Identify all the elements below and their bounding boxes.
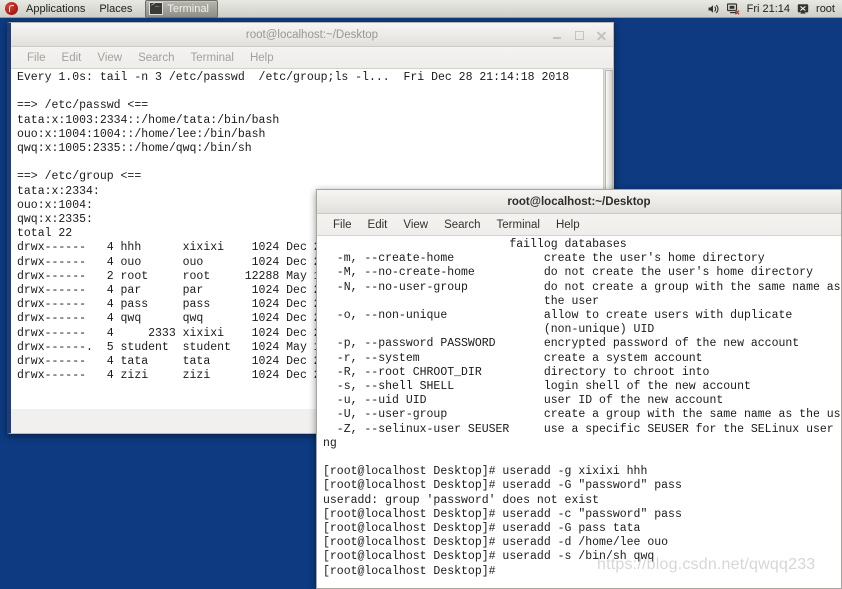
menu-help[interactable]: Help xyxy=(242,52,282,64)
terminal-line: -m, --create-home create the user's home… xyxy=(323,252,765,266)
user-label[interactable]: root xyxy=(816,3,835,15)
terminal-line: -s, --shell SHELL login shell of the new… xyxy=(323,380,751,394)
menu-file[interactable]: File xyxy=(325,219,360,231)
terminal-line: Every 1.0s: tail -n 3 /etc/passwd /etc/g… xyxy=(17,71,570,84)
menu-edit[interactable]: Edit xyxy=(360,219,396,231)
panel-left-section: Applications Places Terminal xyxy=(0,0,218,18)
terminal-line: tata:x:1003:2334::/home/tata:/bin/bash xyxy=(17,113,280,127)
terminal-line: [root@localhost Desktop]# useradd -G "pa… xyxy=(323,479,682,493)
terminal-line: the user xyxy=(323,294,600,308)
menu-view[interactable]: View xyxy=(89,52,130,64)
menubar-useradd: File Edit View Search Terminal Help xyxy=(317,214,841,236)
applications-menu[interactable]: Applications xyxy=(19,0,92,17)
maximize-icon[interactable] xyxy=(574,30,585,41)
terminal-line: [root@localhost Desktop]# useradd -d /ho… xyxy=(323,536,669,550)
terminal-icon xyxy=(149,1,164,15)
taskbar-item-label: Terminal xyxy=(167,2,209,15)
clock[interactable]: Fri 21:14 xyxy=(747,3,790,15)
terminal-line: ouo:x:1004:1004::/home/lee:/bin/bash xyxy=(17,127,266,141)
minimize-icon[interactable] xyxy=(552,30,563,41)
menu-view[interactable]: View xyxy=(395,219,436,231)
window-title: root@localhost:~/Desktop xyxy=(245,28,379,41)
titlebar-watch[interactable]: root@localhost:~/Desktop xyxy=(11,23,613,47)
user-icon[interactable] xyxy=(797,3,809,15)
menubar-watch: File Edit View Search Terminal Help xyxy=(11,47,613,69)
terminal-line: faillog databases xyxy=(323,238,627,251)
terminal-line: -o, --non-unique allow to create users w… xyxy=(323,309,793,323)
menu-help[interactable]: Help xyxy=(548,219,588,231)
terminal-line: useradd: group 'password' does not exist xyxy=(323,493,600,507)
terminal-line: -M, --no-create-home do not create the u… xyxy=(323,266,813,280)
window-controls xyxy=(552,23,607,47)
window-title: root@localhost:~/Desktop xyxy=(507,195,651,208)
terminal-line: -p, --password PASSWORD encrypted passwo… xyxy=(323,337,800,351)
menu-terminal[interactable]: Terminal xyxy=(489,219,548,231)
network-disconnected-icon[interactable] xyxy=(726,2,740,15)
terminal-line: -r, --system create a system account xyxy=(323,351,703,365)
terminal-line: [root@localhost Desktop]# useradd -s /bi… xyxy=(323,550,655,564)
terminal-line: ==> /etc/passwd <== xyxy=(17,99,149,113)
menu-file[interactable]: File xyxy=(19,52,54,64)
panel-right-section: Fri 21:14 root xyxy=(707,0,842,17)
terminal-line: -R, --root CHROOT_DIR directory to chroo… xyxy=(323,365,710,379)
terminal-line: (non-unique) UID xyxy=(323,323,655,337)
titlebar-useradd[interactable]: root@localhost:~/Desktop xyxy=(317,190,841,214)
terminal-line: [root@localhost Desktop]# useradd -G pas… xyxy=(323,522,641,536)
terminal-line: -N, --no-user-group do not create a grou… xyxy=(323,280,841,294)
menu-terminal[interactable]: Terminal xyxy=(183,52,242,64)
menu-search[interactable]: Search xyxy=(436,219,488,231)
terminal-line: -U, --user-group create a group with the… xyxy=(323,408,841,422)
menu-edit[interactable]: Edit xyxy=(54,52,90,64)
top-panel: Applications Places Terminal Fri 21:14 xyxy=(0,0,842,18)
terminal-line: ng xyxy=(323,436,337,450)
terminal-line: qwq:x:1005:2335::/home/qwq:/bin/sh xyxy=(17,142,252,155)
terminal-line: ==> /etc/group <== xyxy=(17,170,142,184)
terminal-window-useradd[interactable]: root@localhost:~/Desktop File Edit View … xyxy=(316,189,842,589)
terminal-output-useradd[interactable]: faillog databases -m, --create-home crea… xyxy=(317,236,841,588)
terminal-line: [root@localhost Desktop]# xyxy=(323,564,503,578)
places-menu[interactable]: Places xyxy=(92,0,139,17)
terminal-line: -u, --uid UID user ID of the new account xyxy=(323,394,724,408)
terminal-line: [root@localhost Desktop]# useradd -g xix… xyxy=(323,465,648,479)
terminal-line: [root@localhost Desktop]# useradd -c "pa… xyxy=(323,507,682,521)
speaker-icon[interactable] xyxy=(707,3,720,15)
terminal-line: -Z, --selinux-user SEUSER use a specific… xyxy=(323,422,841,436)
taskbar-item-terminal[interactable]: Terminal xyxy=(145,0,218,18)
close-icon[interactable] xyxy=(596,30,607,41)
menu-search[interactable]: Search xyxy=(130,52,182,64)
fedora-logo-icon[interactable] xyxy=(5,2,18,15)
